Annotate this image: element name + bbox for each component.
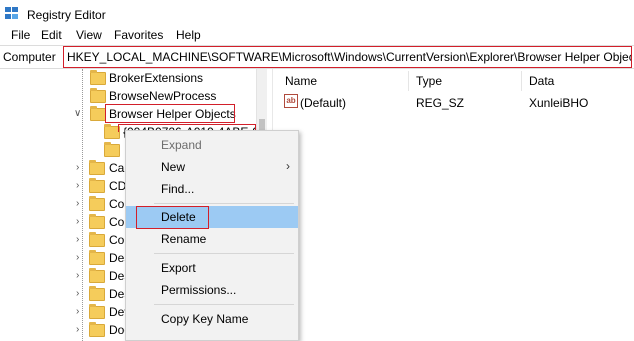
chevron-right-icon[interactable]: › <box>76 288 79 299</box>
menu-item-label: Rename <box>161 232 207 246</box>
folder-icon <box>89 268 105 283</box>
column-header-data[interactable]: Data <box>529 74 554 88</box>
menu-bar: File Edit View Favorites Help <box>0 26 634 45</box>
folder-icon <box>89 214 105 229</box>
menu-item-export[interactable]: Export <box>126 257 298 279</box>
value-name[interactable]: (Default) <box>300 96 346 110</box>
menu-edit[interactable]: Edit <box>41 28 62 42</box>
folder-icon <box>90 88 106 103</box>
menu-help[interactable]: Help <box>176 28 201 42</box>
folder-icon <box>104 142 120 157</box>
menu-item-rename[interactable]: Rename <box>126 228 298 250</box>
annotation-box-tree-key <box>105 104 235 123</box>
menu-item-label: New <box>161 160 186 174</box>
chevron-right-icon[interactable]: › <box>76 270 79 281</box>
folder-icon <box>89 304 105 319</box>
menu-separator <box>154 304 294 305</box>
menu-item-label: Find... <box>161 182 195 196</box>
menu-separator <box>154 253 294 254</box>
folder-icon <box>89 232 105 247</box>
title-bar: Registry Editor <box>0 0 634 26</box>
menu-item-find[interactable]: Find... <box>126 178 298 200</box>
menu-separator <box>154 203 294 204</box>
tree-item-label: Co <box>109 233 125 247</box>
annotation-box-delete <box>136 206 209 229</box>
folder-icon <box>89 160 105 175</box>
address-path[interactable]: HKEY_LOCAL_MACHINE\SOFTWARE\Microsoft\Wi… <box>63 46 632 68</box>
menu-item-permissions[interactable]: Permissions... <box>126 279 298 301</box>
folder-icon <box>89 286 105 301</box>
value-data: XunleiBHO <box>529 96 589 110</box>
column-divider[interactable] <box>521 71 522 91</box>
chevron-right-icon[interactable]: › <box>76 324 79 335</box>
column-header-type[interactable]: Type <box>416 74 442 88</box>
value-list[interactable]: Name Type Data ab (Default) REG_SZ Xunle… <box>278 69 634 341</box>
menu-item-label: Expand <box>161 138 202 152</box>
address-root-label: Computer <box>3 50 56 64</box>
menu-item-label: Export <box>161 261 196 275</box>
menu-item-label: Permissions... <box>161 283 237 297</box>
window-title: Registry Editor <box>27 8 106 22</box>
tree-item-bho-guid-2[interactable] <box>100 142 124 160</box>
chevron-right-icon: › <box>286 159 290 173</box>
chevron-right-icon[interactable]: › <box>76 198 79 209</box>
chevron-right-icon[interactable]: › <box>76 162 79 173</box>
chevron-right-icon[interactable]: › <box>76 180 79 191</box>
tree-item-label: CD <box>109 179 127 193</box>
registry-editor-icon <box>5 7 20 20</box>
address-bar[interactable]: Computer HKEY_LOCAL_MACHINE\SOFTWARE\Mic… <box>0 45 634 69</box>
column-divider[interactable] <box>408 71 409 91</box>
tree-item-brokerextensions[interactable]: BrokerExtensions <box>86 70 256 88</box>
menu-file[interactable]: File <box>11 28 30 42</box>
folder-icon <box>90 70 106 85</box>
chevron-right-icon[interactable]: › <box>76 306 79 317</box>
folder-icon <box>89 178 105 193</box>
context-menu: Expand New › Find... Delete Rename Expor… <box>125 130 299 341</box>
menu-item-label: Copy Key Name <box>161 312 249 326</box>
chevron-down-icon[interactable]: ∨ <box>74 108 81 119</box>
menu-item-new[interactable]: New › <box>126 156 298 178</box>
folder-icon <box>89 196 105 211</box>
menu-item-copy-key-name[interactable]: Copy Key Name <box>126 308 298 330</box>
value-type: REG_SZ <box>416 96 465 110</box>
folder-icon <box>89 250 105 265</box>
menu-item-expand: Expand <box>126 134 298 156</box>
chevron-right-icon[interactable]: › <box>76 216 79 227</box>
tree-item-label: Co <box>109 215 125 229</box>
chevron-right-icon[interactable]: › <box>76 252 79 263</box>
tree-item-label: Co <box>109 197 125 211</box>
folder-icon <box>90 106 106 121</box>
tree-item-label: BrokerExtensions <box>109 71 204 85</box>
folder-icon <box>89 322 105 337</box>
tree-item-label: BrowseNewProcess <box>109 89 217 103</box>
string-value-icon: ab <box>284 94 298 108</box>
menu-favorites[interactable]: Favorites <box>114 28 163 42</box>
column-header-name[interactable]: Name <box>285 74 317 88</box>
menu-view[interactable]: View <box>76 28 102 42</box>
chevron-right-icon[interactable]: › <box>76 234 79 245</box>
